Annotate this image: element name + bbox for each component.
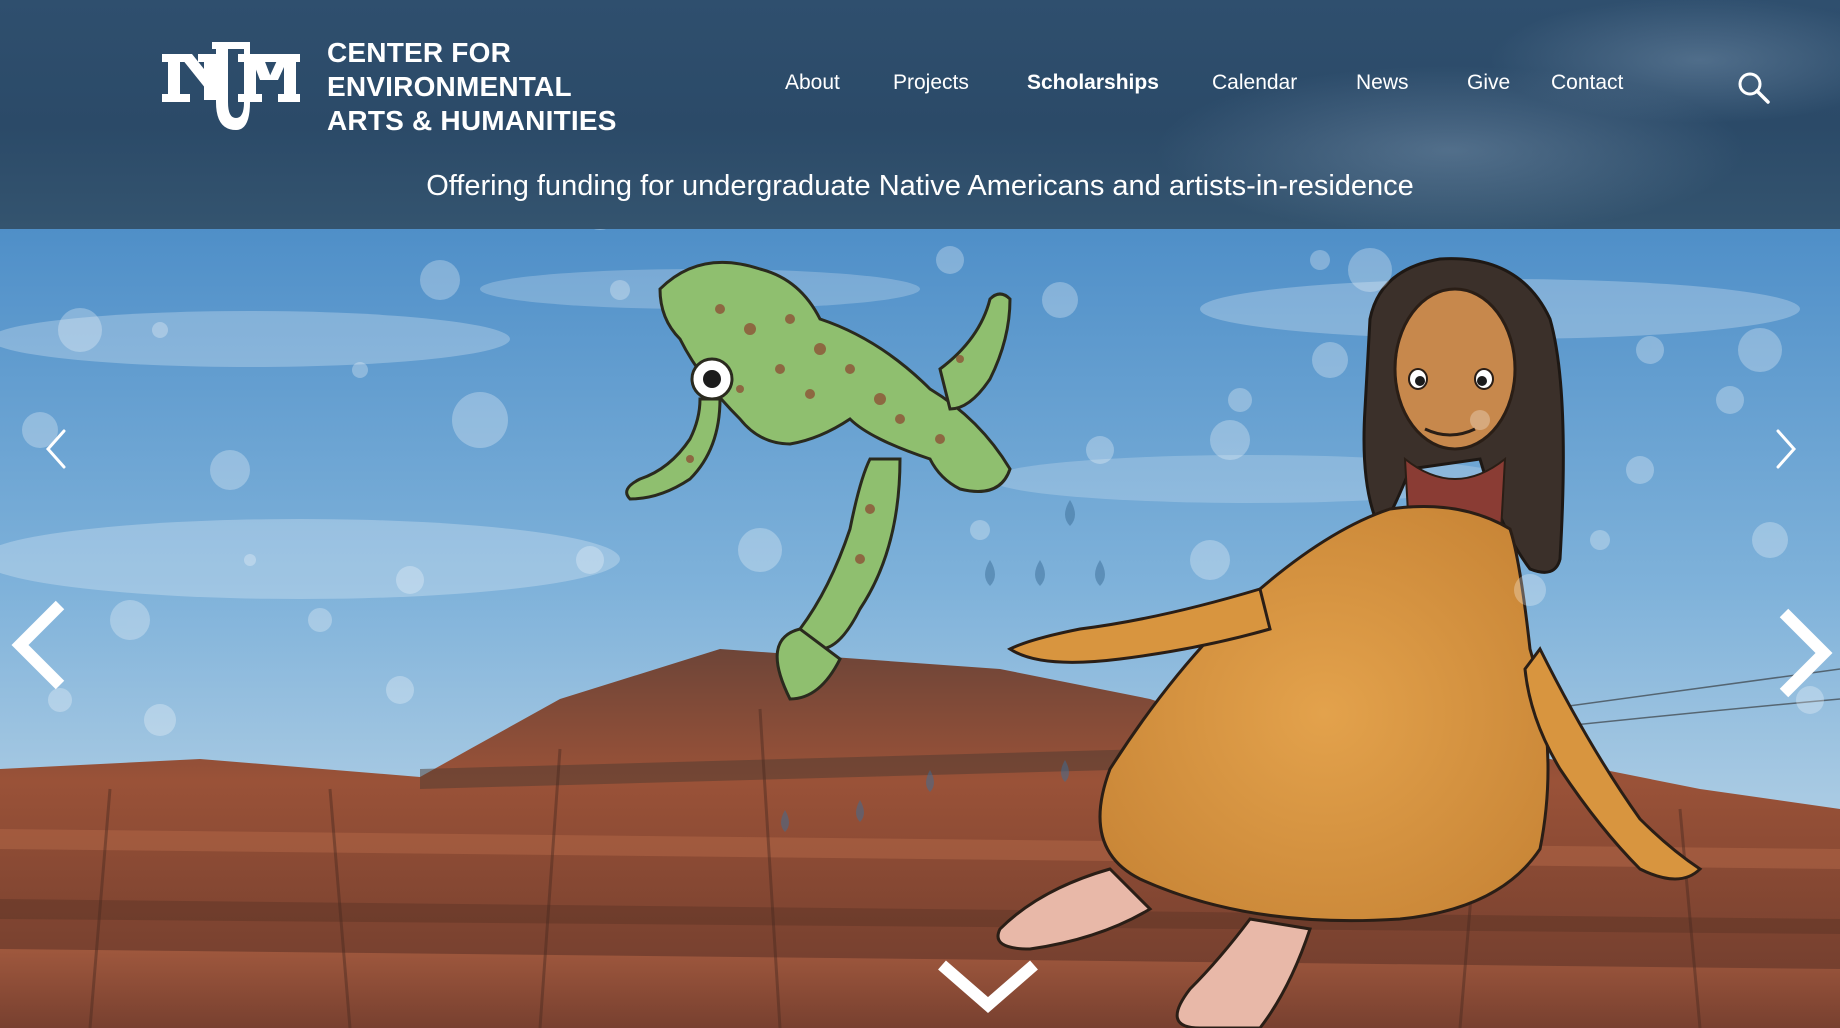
nav-projects[interactable]: Projects xyxy=(893,68,969,98)
nav-contact[interactable]: Contact xyxy=(1551,68,1623,98)
main-nav: About Projects Scholarships Calendar New… xyxy=(0,68,1840,98)
next-slide-button[interactable] xyxy=(1776,607,1834,699)
nav-give[interactable]: Give xyxy=(1467,68,1510,98)
chevron-down-icon xyxy=(938,960,1038,1013)
hero-image xyxy=(0,229,1840,1028)
site-header: CENTER FOR ENVIRONMENTAL ARTS & HUMANITI… xyxy=(0,0,1840,229)
nav-about[interactable]: About xyxy=(785,68,840,98)
prev-slide-small-button[interactable] xyxy=(44,427,68,471)
hero-slideshow xyxy=(0,229,1840,1028)
chevron-right-icon xyxy=(1779,608,1833,698)
nav-scholarships[interactable]: Scholarships xyxy=(1027,68,1159,98)
brand-line-1: CENTER FOR xyxy=(327,37,511,68)
nav-news[interactable]: News xyxy=(1356,68,1409,98)
page: CENTER FOR ENVIRONMENTAL ARTS & HUMANITI… xyxy=(0,0,1840,1028)
next-slide-small-button[interactable] xyxy=(1774,427,1798,471)
chevron-left-icon xyxy=(45,429,66,469)
search-button[interactable] xyxy=(1736,70,1772,106)
search-icon xyxy=(1738,72,1770,104)
brand-line-3: ARTS & HUMANITIES xyxy=(327,105,617,136)
hero-tagline: Offering funding for undergraduate Nativ… xyxy=(426,170,1414,202)
scroll-down-button[interactable] xyxy=(936,957,1040,1013)
chevron-left-icon xyxy=(11,600,65,690)
chevron-right-icon xyxy=(1776,429,1797,469)
prev-slide-button[interactable] xyxy=(10,599,68,691)
nav-calendar[interactable]: Calendar xyxy=(1212,68,1297,98)
